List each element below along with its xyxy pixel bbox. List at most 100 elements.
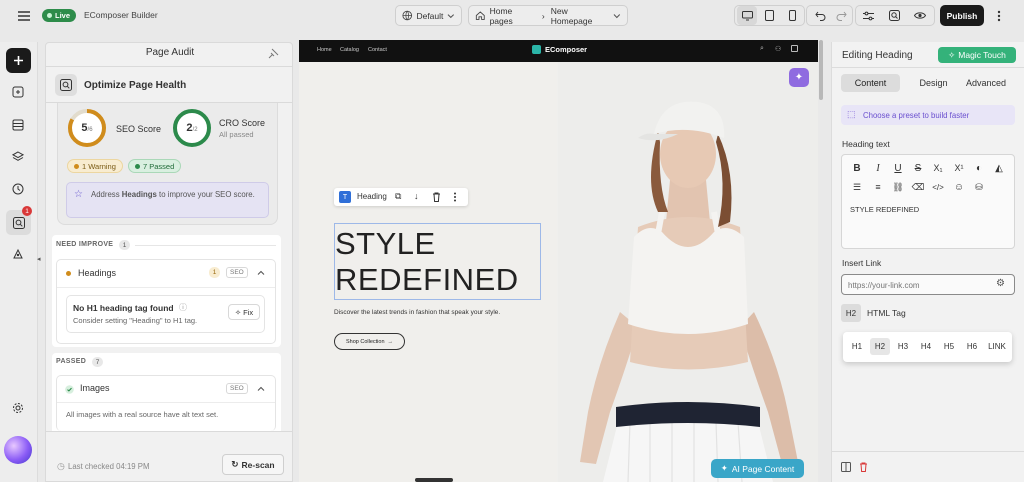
- tag-option-link[interactable]: LINK: [985, 338, 1009, 355]
- selected-heading[interactable]: STYLE REDEFINED: [334, 223, 541, 300]
- headings-header[interactable]: Headings 1 SEO: [57, 260, 275, 287]
- history-clock-icon[interactable]: [8, 179, 28, 199]
- nav-link-catalog[interactable]: Catalog: [340, 47, 359, 53]
- breadcrumb-separator-icon: ›: [541, 10, 545, 21]
- heading-line-2: REDEFINED: [335, 262, 519, 297]
- redo-icon[interactable]: [831, 6, 851, 25]
- layout-icon[interactable]: [8, 115, 28, 135]
- ai-sparkle-button[interactable]: ✦: [789, 68, 809, 87]
- undo-icon[interactable]: [810, 6, 830, 25]
- rich-text-editor[interactable]: B I U S X₁ X¹ ◐ ◭ ☰ ≡ ⛓ ⌫ </> ☺ ⛁ STYLE …: [841, 154, 1015, 249]
- shop-collection-button[interactable]: Shop Collection →: [334, 333, 405, 350]
- images-label: Images: [80, 383, 110, 393]
- dynamic-source-icon[interactable]: ⛁: [972, 180, 986, 194]
- home-icon: [475, 11, 485, 20]
- clear-format-icon[interactable]: ⌫: [911, 180, 925, 194]
- menu-icon[interactable]: [14, 6, 34, 25]
- preset-picker[interactable]: ⬚ Choose a preset to build faster: [841, 105, 1015, 125]
- tag-option-h4[interactable]: H4: [916, 338, 936, 355]
- html-tag-badge[interactable]: H2: [841, 304, 861, 322]
- refresh-icon: ↻: [231, 459, 239, 469]
- ordered-list-icon[interactable]: ☰: [850, 180, 864, 194]
- page-name-label: New Homepage: [550, 5, 593, 26]
- magic-touch-button[interactable]: ✧ Magic Touch: [938, 47, 1016, 63]
- cart-icon[interactable]: [791, 45, 798, 52]
- panel-title: Page Audit: [145, 47, 195, 58]
- warning-pill[interactable]: 1 Warning: [67, 159, 123, 173]
- account-icon[interactable]: ⚇: [775, 45, 781, 53]
- search-icon[interactable]: ⌕: [760, 45, 764, 53]
- device-select[interactable]: Default: [395, 5, 462, 26]
- preview-eye-icon[interactable]: [910, 6, 930, 25]
- subscript-icon[interactable]: X₁: [931, 161, 945, 175]
- rescan-button[interactable]: ↻ Re-scan: [222, 454, 284, 475]
- info-icon[interactable]: ⓘ: [179, 302, 187, 313]
- arrow-right-icon: →: [387, 338, 394, 345]
- emoji-icon[interactable]: ☺: [952, 180, 966, 194]
- duplicate-icon[interactable]: ⧉: [395, 191, 401, 202]
- italic-icon[interactable]: I: [871, 161, 885, 175]
- left-rail: 1 ◂: [0, 42, 41, 482]
- more-vertical-icon[interactable]: [453, 192, 457, 202]
- tab-content[interactable]: Content: [841, 74, 900, 92]
- delete-trash-icon[interactable]: [859, 462, 868, 472]
- heading-text-value[interactable]: STYLE REDEFINED: [850, 205, 919, 214]
- ai-page-content-label: AI Page Content: [731, 463, 795, 474]
- pin-icon[interactable]: [268, 48, 279, 59]
- tab-advanced[interactable]: Advanced: [960, 74, 1012, 92]
- bold-icon[interactable]: B: [850, 161, 864, 175]
- underline-icon[interactable]: U: [891, 161, 905, 175]
- strikethrough-icon[interactable]: S: [911, 161, 925, 175]
- palette-icon[interactable]: ◐: [972, 161, 986, 175]
- book-icon[interactable]: [841, 462, 851, 472]
- superscript-icon[interactable]: X¹: [952, 161, 966, 175]
- globe-icon: [402, 10, 413, 21]
- ai-page-content-button[interactable]: ✦ AI Page Content: [711, 459, 804, 478]
- store-nav: Home Catalog Contact EComposer ⌕ ⚇: [299, 40, 818, 62]
- clock-icon: ◷: [57, 461, 65, 471]
- divider: [57, 402, 275, 403]
- page-selector[interactable]: Home pages › New Homepage: [468, 5, 628, 26]
- highlight-icon[interactable]: ◭: [992, 161, 1006, 175]
- tag-option-h2[interactable]: H2: [870, 338, 890, 355]
- tablet-view-icon[interactable]: [759, 6, 779, 25]
- images-header[interactable]: Images SEO: [57, 376, 275, 402]
- tag-option-h6[interactable]: H6: [962, 338, 982, 355]
- canvas-scrollbar[interactable]: [819, 40, 823, 100]
- sections-icon[interactable]: [8, 82, 28, 102]
- headings-accordion: Headings 1 SEO No H1 heading tag found ⓘ…: [56, 259, 276, 344]
- tag-option-h3[interactable]: H3: [893, 338, 913, 355]
- passed-pill[interactable]: 7 Passed: [128, 159, 182, 173]
- tag-option-h1[interactable]: H1: [847, 338, 867, 355]
- audit-icon[interactable]: [884, 6, 904, 25]
- fix-button[interactable]: ✧ Fix: [228, 304, 260, 320]
- canvas-resize-handle[interactable]: [415, 478, 453, 482]
- link-input[interactable]: [848, 278, 988, 292]
- divider: [135, 245, 276, 246]
- element-toolbar: T Heading ⧉ ↓: [334, 188, 468, 206]
- publish-button[interactable]: Publish: [940, 5, 984, 26]
- link-settings-gear-icon[interactable]: ⚙: [996, 278, 1005, 289]
- mobile-view-icon[interactable]: [782, 6, 802, 25]
- tag-option-h5[interactable]: H5: [939, 338, 959, 355]
- trash-icon[interactable]: [432, 192, 441, 202]
- nav-link-contact[interactable]: Contact: [368, 47, 387, 53]
- more-vertical-icon[interactable]: [989, 6, 1009, 25]
- code-icon[interactable]: </>: [931, 180, 945, 194]
- apps-icon[interactable]: [8, 244, 28, 264]
- nav-link-home[interactable]: Home: [317, 47, 332, 53]
- seo-tip-box: ☆ Address Headings to improve your SEO s…: [66, 182, 269, 218]
- gear-icon[interactable]: [8, 398, 28, 418]
- collapse-arrow-icon[interactable]: ◂: [37, 255, 41, 263]
- bullet-list-icon[interactable]: ≡: [871, 180, 885, 194]
- seo-tip-bold: Headings: [121, 190, 157, 199]
- add-element-button[interactable]: [6, 48, 31, 73]
- move-down-icon[interactable]: ↓: [414, 191, 419, 201]
- ai-assistant-avatar[interactable]: [4, 436, 32, 464]
- tab-design[interactable]: Design: [906, 74, 961, 92]
- layers-icon[interactable]: [8, 147, 28, 167]
- settings-sliders-icon[interactable]: [858, 6, 878, 25]
- link-icon[interactable]: ⛓: [891, 180, 905, 194]
- section-title: Optimize Page Health: [84, 80, 187, 91]
- desktop-view-icon[interactable]: [737, 6, 757, 25]
